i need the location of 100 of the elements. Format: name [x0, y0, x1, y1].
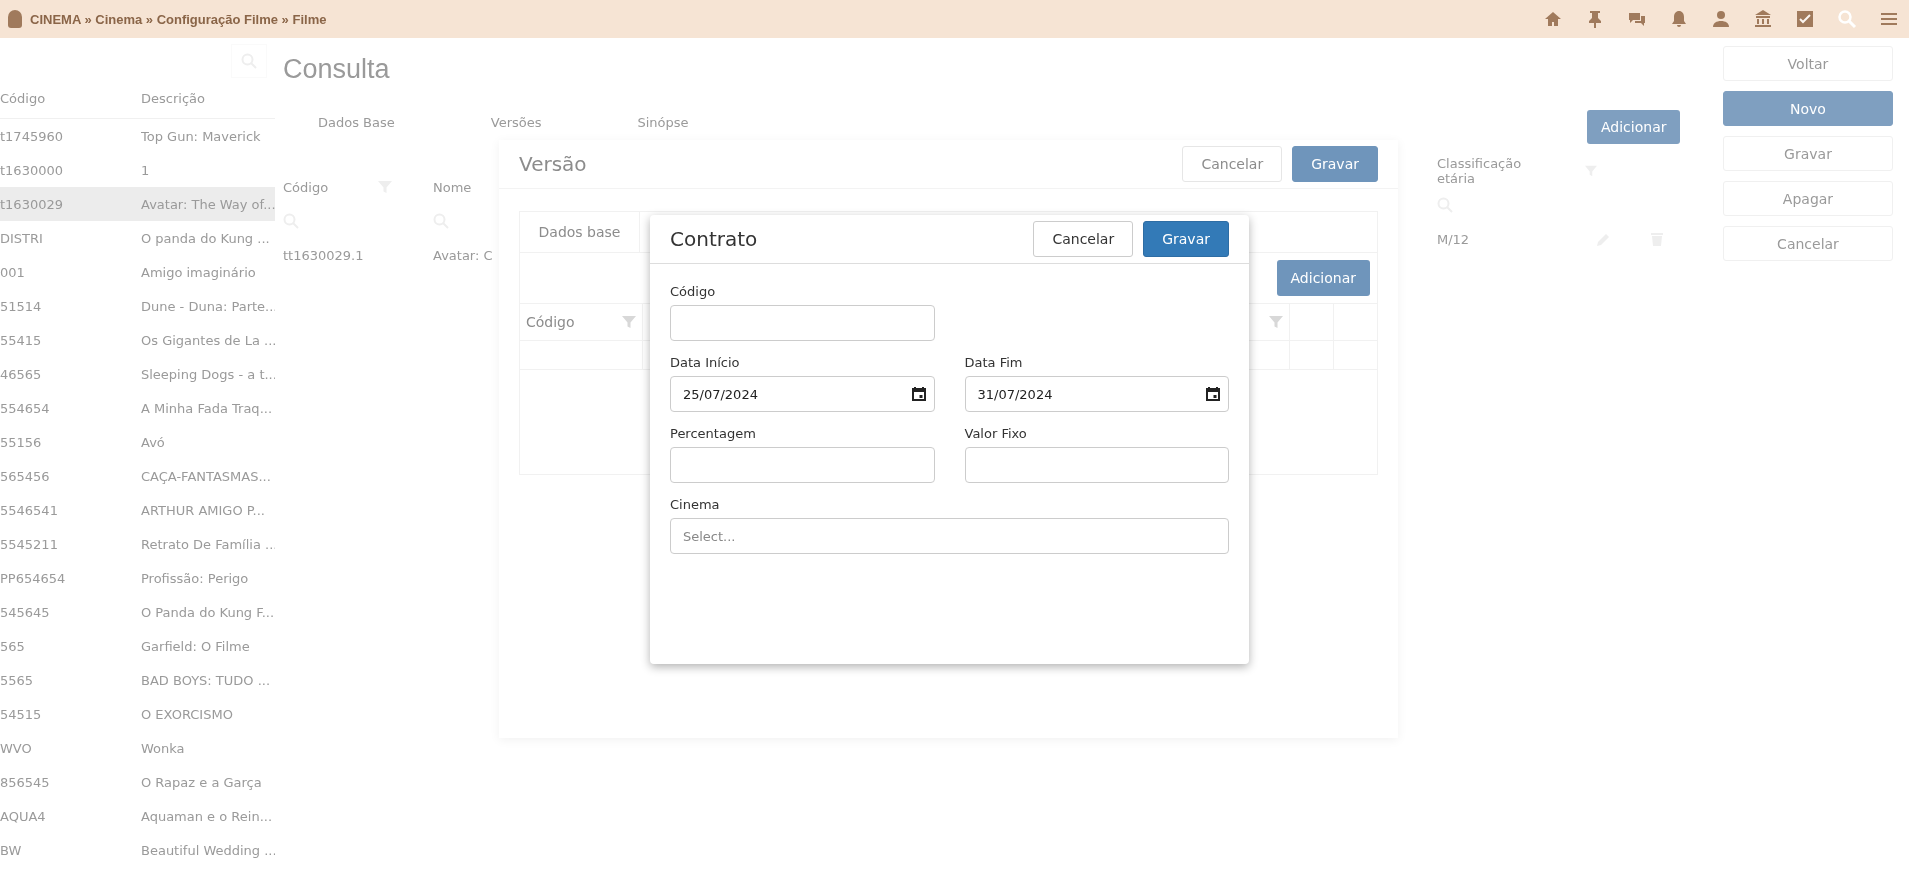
column-header[interactable]: Descrição [141, 90, 275, 106]
film-row[interactable]: t1745960 Top Gun: Maverick [0, 119, 275, 153]
table-cell-text: 5545211 [0, 536, 59, 552]
film-row[interactable]: AQUA4 Aquaman e o Rein... [0, 799, 275, 833]
film-row[interactable]: DISTRI O panda do Kung ... [0, 221, 275, 255]
film-row[interactable]: 545645 O Panda do Kung F... [0, 595, 275, 629]
field-label: Código [670, 284, 717, 299]
table-cell-text: 1 [141, 162, 151, 178]
table-cell-text: O EXORCISMO [141, 706, 234, 722]
dialog-button[interactable]: Cancelar [1182, 146, 1283, 182]
film-row[interactable]: 54515 O EXORCISMO [0, 697, 275, 731]
filter-icon[interactable] [622, 315, 636, 329]
table-cell-text: 46565 [0, 366, 43, 382]
home-icon[interactable] [1543, 9, 1563, 29]
film-row[interactable]: t1630000 1 [0, 153, 275, 187]
dialog-title: Versão [519, 152, 588, 176]
column-header: Código [283, 179, 329, 195]
checkbox-icon[interactable] [1795, 9, 1815, 29]
text-field[interactable] [964, 447, 1229, 483]
table-cell-text: Aquaman e o Rein... [141, 808, 274, 824]
action-button[interactable]: Novo [1723, 91, 1893, 126]
column-header: Nome [433, 179, 472, 195]
film-row[interactable]: 565456 CAÇA-FANTASMAS... [0, 459, 275, 493]
film-row[interactable]: WVO Wonka [0, 731, 275, 765]
table-cell-text: O panda do Kung ... [141, 230, 271, 246]
tab[interactable]: Sinópse [637, 115, 689, 130]
table-cell-text: BW [0, 842, 23, 858]
table-cell: Sleeping Dogs - a t... [141, 366, 275, 382]
table-cell-text: 545645 [0, 604, 51, 620]
table-cell-text: Wonka [141, 740, 186, 756]
table-cell-text: t1745960 [0, 128, 64, 144]
film-row[interactable]: 5546541 ARTHUR AMIGO P... [0, 493, 275, 527]
bank-icon[interactable] [1753, 9, 1773, 29]
table-cell-text: Amigo imaginário [141, 264, 257, 280]
table-cell-text: t1630000 [0, 162, 64, 178]
bell-icon[interactable] [1669, 9, 1689, 29]
table-cell-text: 565 [0, 638, 26, 654]
dialog-button[interactable]: Gravar [1292, 146, 1378, 182]
table-cell-text: DISTRI [0, 230, 44, 246]
add-button[interactable]: Adicionar [1276, 260, 1370, 296]
film-row[interactable]: 565 Garfield: O Filme [0, 629, 275, 663]
table-cell-text: PP654654 [0, 570, 67, 586]
search-icon[interactable] [1837, 9, 1857, 29]
table-cell-text: 51514 [0, 298, 43, 314]
text-field[interactable] [670, 305, 935, 341]
action-button[interactable]: Apagar [1723, 181, 1893, 216]
field-label: Data Início [670, 355, 741, 370]
user-icon[interactable] [1711, 9, 1731, 29]
table-cell-text: 554654 [0, 400, 51, 416]
film-row[interactable]: BW Beautiful Wedding ... [0, 833, 275, 867]
cancel-button[interactable]: Cancelar [1033, 221, 1134, 257]
table-cell-text: 565456 [0, 468, 51, 484]
table-cell: Os Gigantes de La ... [141, 332, 275, 348]
save-button[interactable]: Gravar [1143, 221, 1229, 257]
filter-icon[interactable] [1269, 315, 1283, 329]
table-cell: O Panda do Kung F... [141, 604, 275, 620]
film-row[interactable]: 5565 BAD BOYS: TUDO ... [0, 663, 275, 697]
table-cell-text: M/12 [1437, 231, 1471, 247]
column-header: Código [526, 314, 575, 330]
table-cell-text: AQUA4 [0, 808, 47, 824]
add-button[interactable]: Adicionar [1587, 110, 1681, 144]
breadcrumb: CINEMA » Cinema » Configuração Filme » Filme [30, 11, 328, 27]
calendar-icon[interactable] [911, 387, 926, 401]
table-cell-text: Garfield: O Filme [141, 638, 251, 654]
table-cell-text: 856545 [0, 774, 51, 790]
table-cell: Avatar: The Way of... [141, 196, 275, 212]
film-row[interactable]: 55415 Os Gigantes de La ... [0, 323, 275, 357]
table-cell-text: Avatar: C [433, 247, 494, 263]
tab[interactable]: Versões [490, 115, 542, 130]
table-cell-text: Top Gun: Maverick [141, 128, 262, 144]
date-field[interactable]: 25/07/2024 [670, 376, 935, 412]
tab[interactable]: Dados Base [318, 115, 395, 130]
table-cell-text: Avó [141, 434, 166, 450]
column-header: Classificação etária [1437, 156, 1523, 186]
table-cell-text: WVO [0, 740, 33, 756]
select-field[interactable]: Select... [670, 518, 1229, 554]
film-row[interactable]: 55156 Avó [0, 425, 275, 459]
text-field[interactable] [670, 447, 935, 483]
table-cell-text: 001 [0, 264, 26, 280]
film-row[interactable]: PP654654 Profissão: Perigo [0, 561, 275, 595]
table-cell-text: ARTHUR AMIGO P... [141, 502, 266, 518]
action-button[interactable]: Cancelar [1723, 226, 1893, 261]
action-button[interactable]: Voltar [1723, 46, 1893, 81]
column-header[interactable]: Código [0, 90, 141, 106]
action-button[interactable]: Gravar [1723, 136, 1893, 171]
table-cell-text: 5565 [0, 672, 35, 688]
film-row[interactable]: 46565 Sleeping Dogs - a t... [0, 357, 275, 391]
table-cell-text: Profissão: Perigo [141, 570, 250, 586]
table-cell-text: 55156 [0, 434, 43, 450]
table-cell-text: A Minha Fada Traq... [141, 400, 274, 416]
date-field[interactable]: 31/07/2024 [964, 376, 1229, 412]
film-row[interactable]: t1630029 Avatar: The Way of... [0, 187, 275, 221]
film-row[interactable]: 856545 O Rapaz e a Garça [0, 765, 275, 799]
calendar-icon[interactable] [1206, 387, 1220, 401]
film-row[interactable]: 001 Amigo imaginário [0, 255, 275, 289]
table-cell-text: 54515 [0, 706, 43, 722]
field-label: Valor Fixo [964, 426, 1028, 441]
table-cell: Beautiful Wedding ... [141, 842, 275, 858]
table-cell-text: BAD BOYS: TUDO ... [141, 672, 272, 688]
film-row[interactable]: 554654 A Minha Fada Traq... [0, 391, 275, 425]
